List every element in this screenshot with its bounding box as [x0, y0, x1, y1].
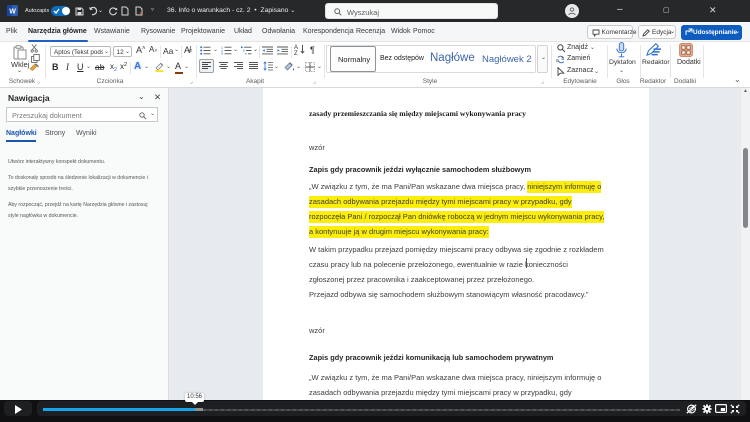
- svg-text:a: a: [556, 58, 559, 64]
- svg-text:3: 3: [221, 52, 223, 55]
- svg-text:Z: Z: [294, 51, 298, 55]
- svg-text:W: W: [9, 8, 16, 15]
- svg-text:b: b: [562, 56, 565, 62]
